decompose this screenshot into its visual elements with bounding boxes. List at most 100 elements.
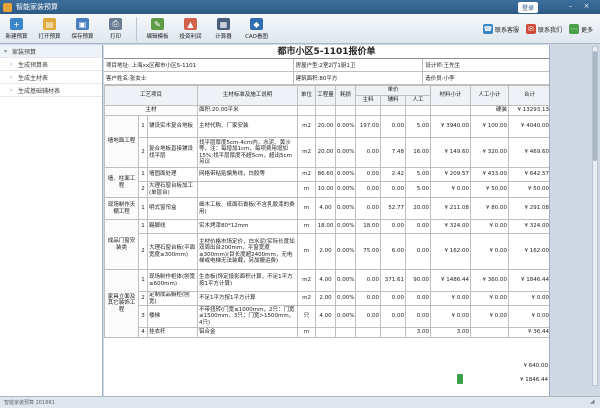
cad-icon: ◆	[250, 18, 263, 30]
item-material-subtotal: ¥ 0.00	[430, 181, 472, 198]
item-material-subtotal: ¥ 211.08	[430, 197, 472, 220]
vertical-scrollbar[interactable]	[592, 46, 598, 386]
item-material-subtotal: ¥ 209.57	[430, 167, 472, 182]
item-unit: m	[297, 181, 317, 198]
item-total: ¥ 469.60	[508, 137, 549, 168]
item-main-price	[355, 105, 382, 116]
table-row[interactable]: 成品门窗安装类 1 踢脚线 实木烤漆80*12mm m 18.00 0.00% 18.00 0.…	[104, 219, 549, 270]
item-aux-price	[380, 327, 407, 338]
item-aux-price: 2.42	[380, 167, 407, 182]
chevron-down-icon: ▾	[4, 47, 8, 55]
item-material-subtotal: ¥ 1486.44	[430, 269, 472, 292]
app-logo-icon	[3, 2, 12, 12]
table-row[interactable]: 4 挂衣杆 铝合金 m 3.00 3.00 ¥ 36.44	[105, 327, 549, 338]
item-qty: 4.00	[315, 197, 337, 220]
item-name: 定制成品橱柜(刨宽)	[146, 291, 199, 306]
item-total: ¥ 162.00	[508, 233, 549, 270]
item-unit: m	[297, 197, 317, 220]
table-row[interactable]: 主材 面积:20.00平米 硬装 ¥ 13293.13	[104, 105, 549, 116]
table-row[interactable]: 3 楼梯 不带扭转(门宽≤1000mm，2只：门宽≤1500mm，3只；门宽>150…	[105, 305, 549, 328]
item-labor-subtotal	[470, 327, 510, 338]
item-material-subtotal: ¥ 0.00	[430, 291, 472, 306]
table-row[interactable]: 2 复合地板直接铺设找平层 找平层厚度5cm-4cm内，水泥、黄沙等，注：每增加1c…	[105, 137, 549, 168]
service-button[interactable]: ☎ 联系客服	[482, 24, 519, 34]
item-main-price: 197.00	[355, 115, 382, 138]
folder-button[interactable]: ▤ 打开预算	[33, 14, 66, 44]
login-button[interactable]: 登录	[517, 2, 538, 13]
sidebar-item-label: 家装预算	[12, 48, 37, 56]
col-labor-sub: 人工小计	[470, 85, 510, 106]
item-labor-price: 20.00	[405, 197, 432, 220]
scroll-thumb[interactable]	[593, 51, 597, 161]
sidebar-item-2[interactable]: › 生成主材表	[0, 71, 102, 84]
chevron-right-icon: ›	[10, 73, 13, 81]
sidebar-item-label: 生成基础辅材表	[18, 87, 61, 95]
item-labor-price: 5.00	[405, 115, 432, 138]
category-cell: 墙、柱面工程	[104, 167, 139, 198]
sidebar-item-1[interactable]: › 生成预算表	[0, 58, 102, 71]
item-labor-price: 0.00	[405, 305, 432, 328]
table-row[interactable]: 墙地面工程 1 铺设实木复合地板 主材代购、厂家安装 m2 20.00 0.00% 197.0…	[104, 115, 549, 168]
item-unit: m2	[297, 167, 317, 182]
table-row[interactable]: 家具立面及其它装饰工程 1 现场制作柜体(刨宽≤600mm) 生态板(饰定投影面积计算…	[104, 269, 549, 338]
print-button[interactable]: ⎙ 打印	[99, 14, 132, 44]
item-unit: 只	[297, 305, 317, 328]
table-row[interactable]: 现场制作天棚工程 1 明式窗帘盒 细木工板、纸面石膏板(不含乳胶漆的费用) m 4.00 0…	[104, 197, 549, 220]
col-main: 主料	[355, 95, 382, 106]
item-labor-subtotal: ¥ 0.00	[470, 305, 510, 328]
more-button[interactable]: ⋯ 更多	[568, 24, 593, 34]
row-number: 4	[138, 327, 148, 338]
item-loss: 0.00%	[335, 269, 357, 292]
contact-button[interactable]: ✉ 联系我们	[525, 24, 562, 34]
item-material-subtotal: ¥ 3940.00	[430, 115, 472, 138]
item-total: ¥ 36.44	[508, 327, 549, 338]
service-icon: ☎	[482, 24, 493, 34]
table-row[interactable]: 2 大理石窗台板加工(单层台) m 10.00 0.00% 0.00 0.00 5.00 ¥ 0…	[105, 181, 549, 198]
toolbar-right-label: 联系客服	[494, 26, 519, 34]
row-number: 3	[138, 305, 148, 328]
calculator-button[interactable]: ▦ 计算器	[207, 14, 240, 44]
client-name: 客户姓名:张女士	[104, 72, 294, 84]
toolbar-right-label: 更多	[580, 26, 593, 34]
toolbar: + 新建预算 ▤ 打开预算 ▣ 保存预算 ⎙ 打印 ✎ 编辑模板 ▲ 投资利润 ▦ 计算器 ◆ CAD看图 ☎…	[0, 14, 600, 44]
item-unit: m	[297, 219, 317, 234]
item-main-price: 0.00	[355, 167, 382, 182]
item-labor-subtotal: ¥ 433.00	[470, 167, 510, 182]
item-labor-price: 90.00	[405, 269, 432, 292]
close-icon[interactable]: ×	[581, 2, 592, 11]
edit-button[interactable]: ✎ 编辑模板	[141, 14, 174, 44]
item-description: 主材代购、厂家安装	[197, 115, 299, 138]
quote-table: 工艺项目 主材标准及施工说明 单位 工程量 耗损 单价 材料小计 人工小计 合计…	[104, 85, 549, 338]
item-aux-price: 0.00	[380, 219, 407, 234]
save-button[interactable]: ▣ 保存预算	[66, 14, 99, 44]
item-total: ¥ 291.08	[508, 197, 549, 220]
item-loss: 0.00%	[335, 115, 357, 138]
item-labor-price: 0.00	[405, 233, 432, 270]
title-bar: 智能家装预算 登录 – ×	[0, 0, 600, 14]
cad-button[interactable]: ◆ CAD看图	[240, 14, 273, 44]
table-row[interactable]: 墙、柱面工程 1 墙固面处理 网格带粘贴偏角线，白胶等 m2 86.60 0.00% 0.00…	[104, 167, 549, 198]
item-main-price: 0.00	[355, 291, 382, 306]
category-cell: 成品门窗安装类	[104, 219, 139, 270]
item-aux-price: 52.77	[380, 197, 407, 220]
item-unit	[297, 105, 317, 116]
col-unit: 单位	[297, 85, 317, 106]
item-description: 不足1平方按1平方计算	[197, 291, 299, 306]
item-material-subtotal: ¥ 162.00	[430, 233, 472, 270]
toolbar-label: 投资利润	[179, 34, 202, 40]
sidebar-item-3[interactable]: › 生成基础辅材表	[0, 84, 102, 97]
new-button[interactable]: + 新建预算	[0, 14, 33, 44]
resize-grip-icon[interactable]: ◢	[590, 398, 598, 406]
row-number: 2	[138, 291, 148, 306]
sheet-title: 都市小区5-1101报价单	[104, 45, 549, 59]
table-row[interactable]: 2 大理石窗台板(平面宽度≤300mm) 主材价格市场定价，白水泥(实际长度如双周出…	[105, 233, 549, 270]
item-name: 墙固面处理	[146, 167, 199, 182]
item-main-price: 18.00	[355, 219, 382, 234]
col-project: 工艺项目	[104, 85, 199, 106]
item-qty: 86.60	[315, 167, 337, 182]
table-row[interactable]: 2 定制成品橱柜(刨宽) 不足1平方按1平方计算 m2 2.00 0.00% 0.00 0.0…	[105, 291, 549, 306]
chart-button[interactable]: ▲ 投资利润	[174, 14, 207, 44]
item-total: ¥ 50.00	[508, 181, 549, 198]
minimize-icon[interactable]: –	[565, 2, 576, 11]
sidebar-item-0[interactable]: ▾ 家装预算	[0, 45, 102, 58]
